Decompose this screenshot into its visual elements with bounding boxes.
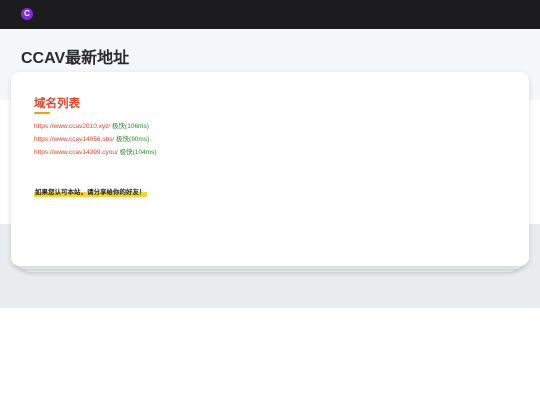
domain-link[interactable]: https://www.ccav14399.cyou/ [34, 149, 118, 156]
speed-label: 极快(90ms) [116, 136, 150, 143]
domain-link[interactable]: https://www.ccav2010.xyz/ [34, 123, 110, 130]
speed-label: 极快(104ms) [119, 149, 157, 156]
list-item: https://www.ccav14399.cyou/ 极快(104ms) [34, 148, 156, 161]
speed-label: 极快(106ms) [112, 123, 149, 130]
list-item: https://www.ccav2010.xyz/ 极快(106ms) [34, 122, 156, 135]
page-title: CCAV最新地址 [21, 50, 130, 67]
title-underline [34, 112, 50, 114]
list-item: https://www.ccav14056.sbs/ 极快(90ms) [34, 135, 156, 148]
site-logo[interactable]: C [21, 8, 33, 20]
domain-link[interactable]: https://www.ccav14056.sbs/ [34, 136, 114, 143]
card-title: 域名列表 [34, 98, 80, 110]
domain-list-card: 域名列表 https://www.ccav2010.xyz/ 极快(106ms)… [11, 72, 529, 266]
domain-list: https://www.ccav2010.xyz/ 极快(106ms) http… [34, 122, 156, 161]
share-note: 如果您认可本站，请分享给你的好友！ [34, 186, 147, 197]
top-navbar: C [0, 0, 540, 29]
